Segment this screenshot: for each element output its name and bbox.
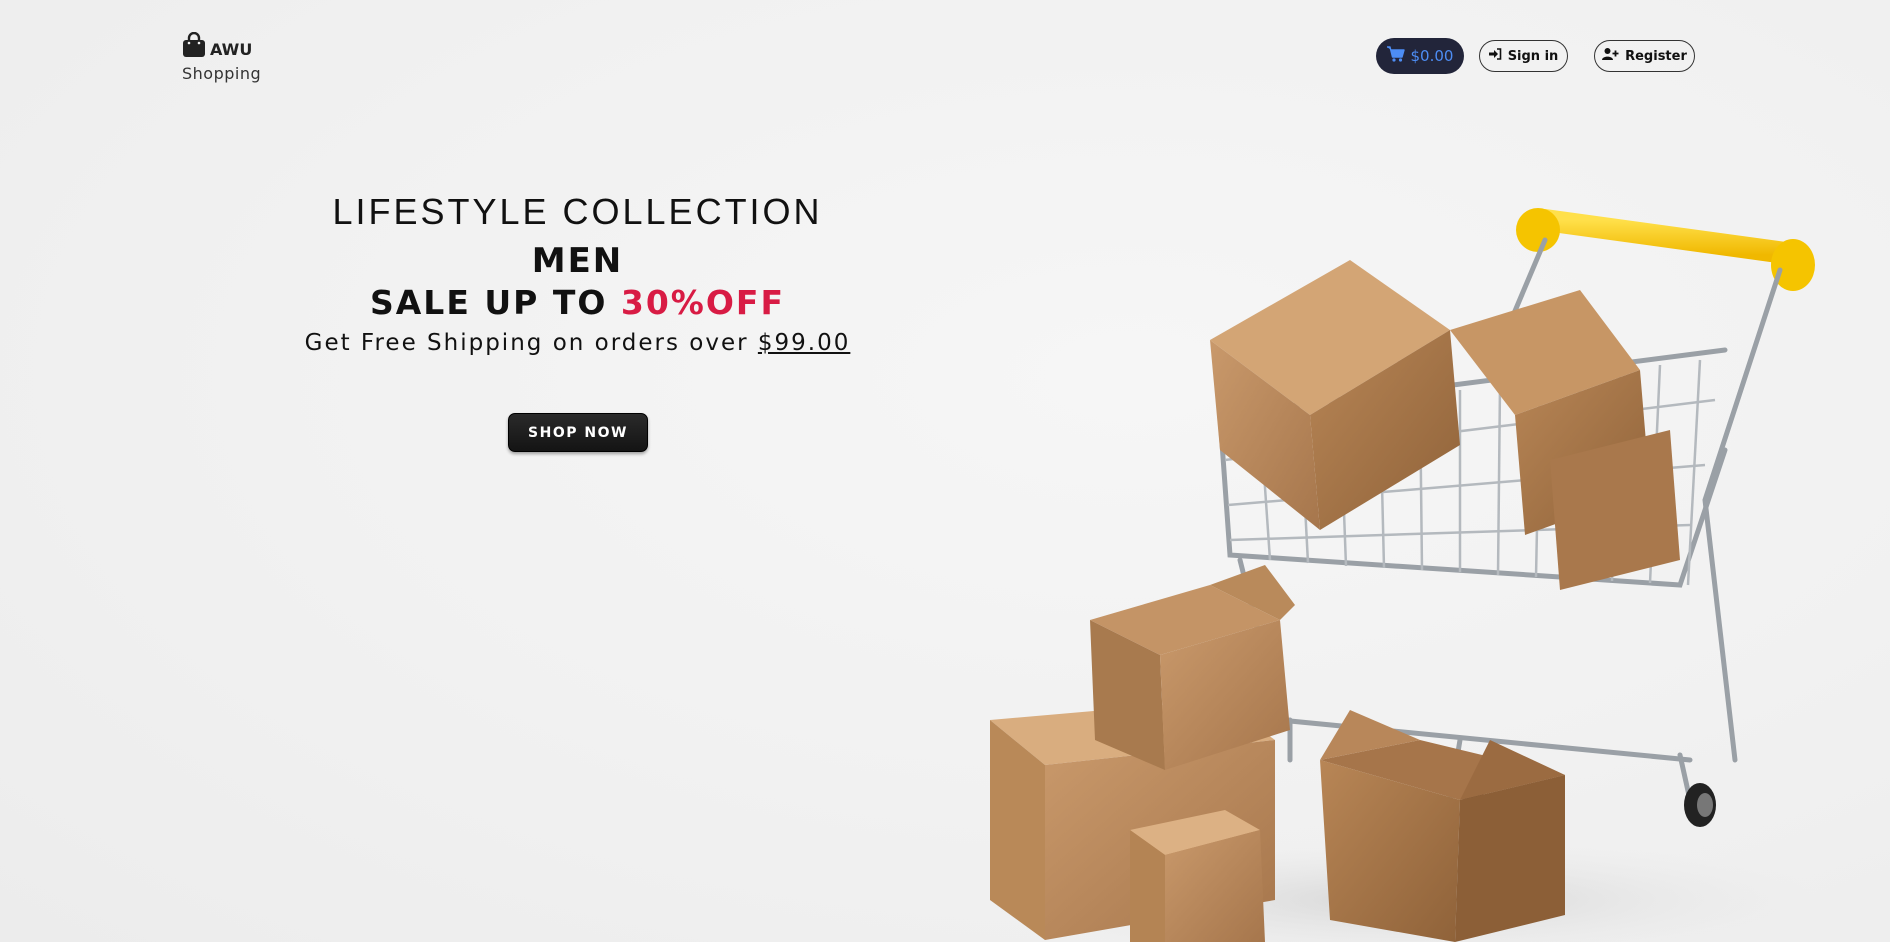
- shipping-amount: $99.00: [757, 330, 851, 356]
- hero-title: MEN: [531, 241, 624, 281]
- shop-now-button[interactable]: SHOP NOW: [508, 413, 648, 452]
- cart-total: $0.00: [1410, 47, 1454, 65]
- cart-button[interactable]: $0.00: [1376, 38, 1464, 74]
- register-label: Register: [1625, 48, 1687, 64]
- hero-sale-line: SALE UP TO 30%OFF: [280, 282, 875, 324]
- hero-kicker: LIFESTYLE COLLECTION: [332, 191, 823, 232]
- sale-highlight: 30%OFF: [620, 283, 786, 322]
- shopping-cart-with-boxes-image: [990, 208, 1830, 942]
- sign-in-label: Sign in: [1507, 48, 1559, 64]
- sign-in-icon: [1488, 48, 1502, 64]
- header-nav: $0.00 Sign in Register: [0, 38, 1890, 74]
- sign-in-button[interactable]: Sign in: [1479, 40, 1568, 72]
- shipping-prefix: Get Free Shipping on orders over: [304, 330, 758, 356]
- register-button[interactable]: Register: [1594, 40, 1695, 72]
- hero-section: LIFESTYLE COLLECTION MEN SALE UP TO 30%O…: [280, 190, 875, 360]
- sale-prefix: SALE UP TO: [369, 283, 621, 322]
- user-plus-icon: [1602, 48, 1619, 64]
- cart-icon: [1386, 46, 1405, 66]
- shipping-line: Get Free Shipping on orders over $99.00: [280, 326, 875, 360]
